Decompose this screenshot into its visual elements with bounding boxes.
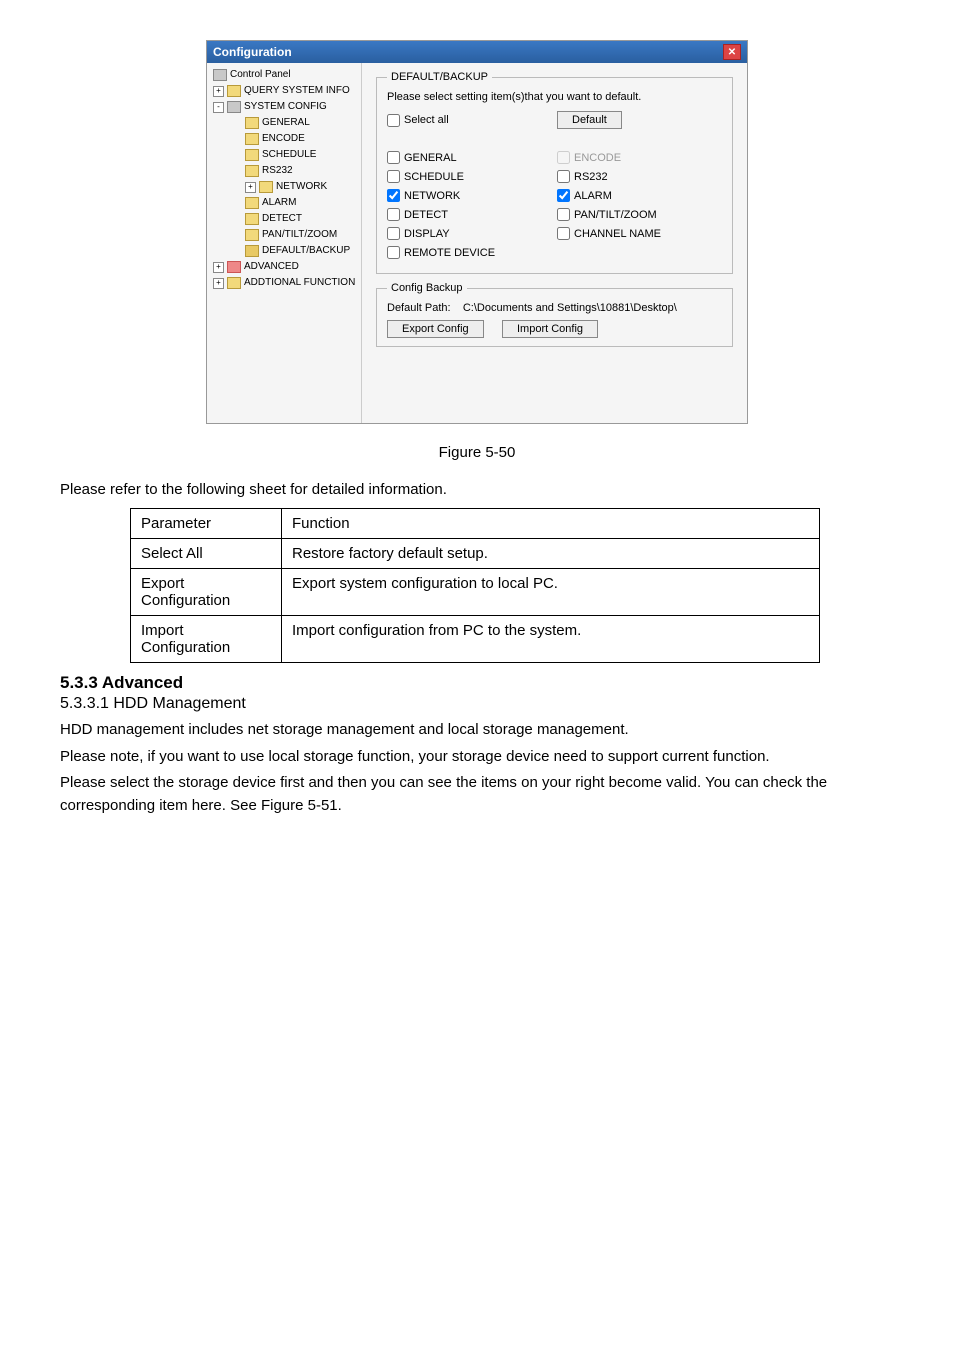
schedule-checkbox[interactable]: SCHEDULE bbox=[387, 170, 497, 183]
window-titlebar: Configuration ✕ bbox=[207, 41, 747, 63]
expand-icon[interactable]: + bbox=[245, 182, 256, 193]
tree-sysconfig[interactable]: -SYSTEM CONFIG bbox=[209, 99, 359, 115]
col-parameter: Parameter bbox=[131, 509, 282, 539]
group-legend: DEFAULT/BACKUP bbox=[387, 71, 492, 83]
general-checkbox[interactable]: GENERAL bbox=[387, 151, 497, 164]
config-backup-group: Config Backup Default Path: C:\Documents… bbox=[376, 282, 733, 347]
path-label: Default Path: bbox=[387, 302, 451, 314]
tree-query[interactable]: +QUERY SYSTEM INFO bbox=[209, 83, 359, 99]
tree-root[interactable]: Control Panel bbox=[209, 67, 359, 83]
section-heading: 5.3.3 Advanced bbox=[60, 673, 894, 693]
panel-icon bbox=[213, 69, 227, 81]
tree-advanced[interactable]: +ADVANCED bbox=[209, 259, 359, 275]
table-row: ExportConfiguration Export system config… bbox=[131, 569, 820, 616]
nav-tree: Control Panel +QUERY SYSTEM INFO -SYSTEM… bbox=[207, 63, 362, 423]
collapse-icon[interactable]: - bbox=[213, 102, 224, 113]
instruction-text: Please select setting item(s)that you wa… bbox=[387, 91, 722, 103]
folder-icon bbox=[227, 85, 241, 97]
tree-rs232[interactable]: RS232 bbox=[209, 163, 359, 179]
default-backup-group: DEFAULT/BACKUP Please select setting ite… bbox=[376, 71, 733, 274]
expand-icon[interactable]: + bbox=[213, 262, 224, 273]
close-icon[interactable]: ✕ bbox=[723, 44, 741, 60]
col-function: Function bbox=[282, 509, 820, 539]
select-all-checkbox[interactable]: Select all bbox=[387, 111, 497, 129]
expand-icon[interactable]: + bbox=[213, 278, 224, 289]
window-title: Configuration bbox=[213, 45, 292, 59]
expand-icon[interactable]: + bbox=[213, 86, 224, 97]
folder-icon bbox=[245, 213, 259, 225]
tree-default[interactable]: DEFAULT/BACKUP bbox=[209, 243, 359, 259]
main-panel: DEFAULT/BACKUP Please select setting ite… bbox=[362, 63, 747, 423]
cell-param: ImportConfiguration bbox=[131, 616, 282, 663]
ptz-checkbox[interactable]: PAN/TILT/ZOOM bbox=[557, 208, 667, 221]
tree-encode[interactable]: ENCODE bbox=[209, 131, 359, 147]
path-value: C:\Documents and Settings\10881\Desktop\ bbox=[463, 302, 677, 314]
folder-icon bbox=[245, 229, 259, 241]
network-checkbox[interactable]: NETWORK bbox=[387, 189, 497, 202]
intro-text: Please refer to the following sheet for … bbox=[60, 481, 894, 498]
parameter-table: Parameter Function Select All Restore fa… bbox=[130, 508, 820, 663]
paragraph: HDD management includes net storage mana… bbox=[60, 719, 894, 742]
table-row: ImportConfiguration Import configuration… bbox=[131, 616, 820, 663]
cell-func: Import configuration from PC to the syst… bbox=[282, 616, 820, 663]
tree-schedule[interactable]: SCHEDULE bbox=[209, 147, 359, 163]
tree-detect[interactable]: DETECT bbox=[209, 211, 359, 227]
folder-icon bbox=[245, 165, 259, 177]
tree-network[interactable]: +NETWORK bbox=[209, 179, 359, 195]
subsection-heading: 5.3.3.1 HDD Management bbox=[60, 695, 894, 713]
table-row: Select All Restore factory default setup… bbox=[131, 539, 820, 569]
folder-icon bbox=[245, 149, 259, 161]
channel-checkbox[interactable]: CHANNEL NAME bbox=[557, 227, 667, 240]
config-icon bbox=[227, 101, 241, 113]
import-config-button[interactable]: Import Config bbox=[502, 320, 598, 338]
folder-open-icon bbox=[245, 245, 259, 257]
folder-icon bbox=[245, 197, 259, 209]
config-legend: Config Backup bbox=[387, 282, 467, 294]
display-checkbox[interactable]: DISPLAY bbox=[387, 227, 497, 240]
default-button[interactable]: Default bbox=[557, 111, 622, 129]
figure-caption: Figure 5-50 bbox=[60, 444, 894, 461]
folder-icon bbox=[245, 133, 259, 145]
configuration-window: Configuration ✕ Control Panel +QUERY SYS… bbox=[206, 40, 748, 424]
tree-ptz[interactable]: PAN/TILT/ZOOM bbox=[209, 227, 359, 243]
rs232-checkbox[interactable]: RS232 bbox=[557, 170, 667, 183]
advanced-icon bbox=[227, 261, 241, 273]
tree-general[interactable]: GENERAL bbox=[209, 115, 359, 131]
export-config-button[interactable]: Export Config bbox=[387, 320, 484, 338]
detect-checkbox[interactable]: DETECT bbox=[387, 208, 497, 221]
paragraph: Please note, if you want to use local st… bbox=[60, 746, 894, 769]
paragraph: Please select the storage device first a… bbox=[60, 772, 894, 817]
cell-func: Export system configuration to local PC. bbox=[282, 569, 820, 616]
alarm-checkbox[interactable]: ALARM bbox=[557, 189, 667, 202]
tree-addtional[interactable]: +ADDTIONAL FUNCTION bbox=[209, 275, 359, 291]
encode-checkbox[interactable]: ENCODE bbox=[557, 151, 667, 164]
cell-func: Restore factory default setup. bbox=[282, 539, 820, 569]
tree-alarm[interactable]: ALARM bbox=[209, 195, 359, 211]
folder-icon bbox=[227, 277, 241, 289]
remote-checkbox[interactable]: REMOTE DEVICE bbox=[387, 246, 497, 259]
cell-param: Select All bbox=[131, 539, 282, 569]
folder-icon bbox=[245, 117, 259, 129]
cell-param: ExportConfiguration bbox=[131, 569, 282, 616]
folder-icon bbox=[259, 181, 273, 193]
